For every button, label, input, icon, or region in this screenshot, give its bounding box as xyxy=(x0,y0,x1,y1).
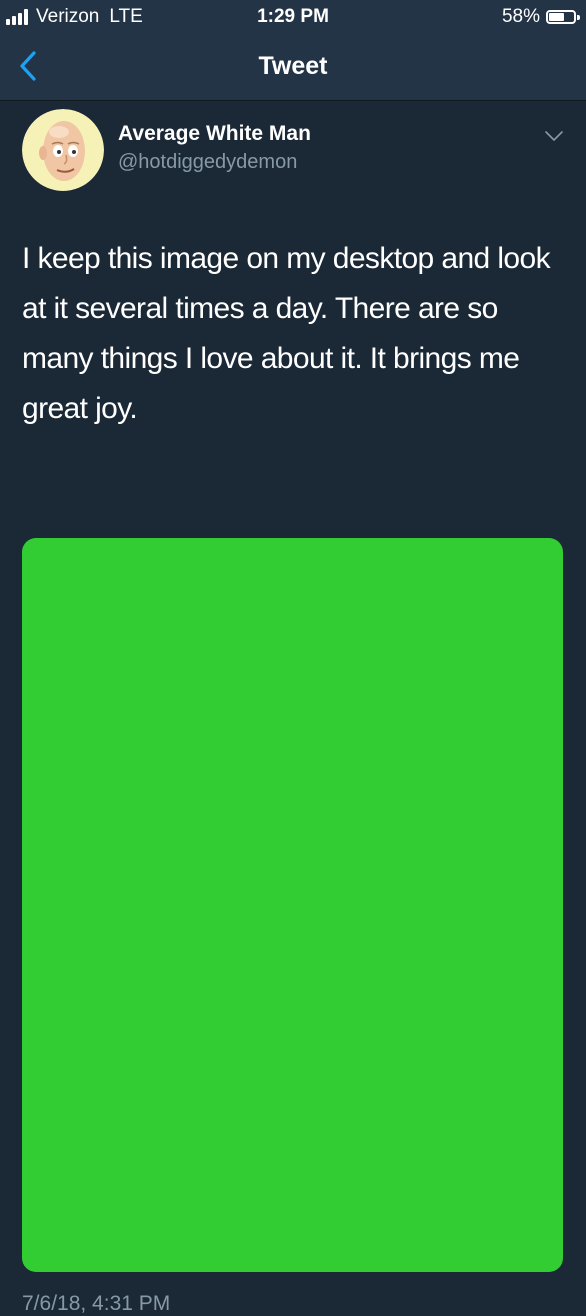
page-title: Tweet xyxy=(258,52,328,80)
status-right: 58% xyxy=(501,6,580,28)
battery-level xyxy=(549,13,565,21)
nav-bar: Tweet xyxy=(0,34,586,98)
battery-icon xyxy=(546,10,580,24)
chevron-down-icon xyxy=(545,131,563,141)
author-name[interactable]: Average White Man xyxy=(118,122,311,146)
status-bar: Verizon LTE 1:29 PM 58% xyxy=(0,0,586,34)
tweet-menu-button[interactable] xyxy=(543,128,565,144)
app-header: Verizon LTE 1:29 PM 58% Tweet xyxy=(0,0,586,101)
tweet-text: I keep this image on my desktop and look… xyxy=(22,242,551,425)
tweet-image[interactable] xyxy=(22,538,563,1272)
battery-percentage: 58% xyxy=(501,6,540,27)
tweet-timestamp: 7/6/18, 4:31 PM xyxy=(22,1292,171,1315)
avatar[interactable] xyxy=(22,109,104,191)
author-handle[interactable]: @hotdiggedydemon xyxy=(118,151,297,174)
status-time: 1:29 PM xyxy=(257,6,329,27)
avatar-image xyxy=(22,109,104,191)
